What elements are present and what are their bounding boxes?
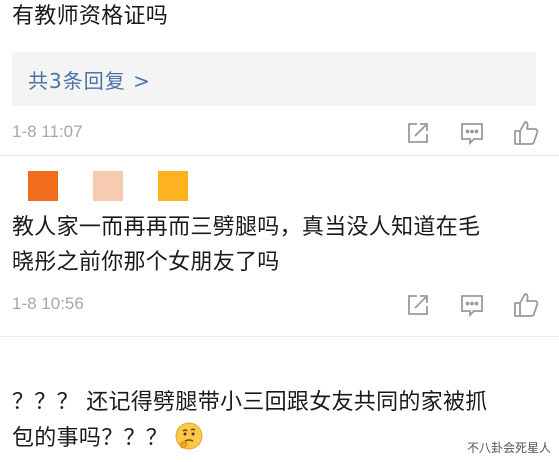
comment-text: 有教师资格证吗 (12, 4, 169, 29)
share-icon[interactable] (403, 118, 433, 148)
replies-box[interactable]: 共3条回复 > (12, 52, 536, 106)
comment-text-fragment: 包的事吗？？？ (12, 426, 169, 451)
share-icon[interactable] (403, 290, 433, 320)
watermark: 不八卦会死星人 (466, 441, 551, 455)
timestamp: 1-8 11:07 (12, 122, 83, 141)
view-replies-link[interactable]: 共3条回复 > (28, 65, 151, 94)
timestamp: 1-8 10:56 (12, 294, 84, 313)
comment-text-line: 教人家一而再再而三劈腿吗，真当没人知道在毛 (12, 215, 481, 240)
comment-text-line: ？？？ 还记得劈腿带小三回跟女友共同的家被抓 (12, 390, 488, 415)
comment-meta-row: 1-8 10:56 (0, 290, 559, 320)
divider (0, 336, 559, 337)
thinking-face-icon (174, 421, 204, 451)
like-icon[interactable] (511, 290, 541, 320)
comment-icon[interactable] (457, 118, 487, 148)
comment-text-line: 包的事吗？？？ (12, 421, 204, 455)
color-swatch-peach (93, 171, 123, 201)
comment-text-line: 晓彤之前你那个女朋友了吗 (12, 250, 280, 275)
divider (0, 155, 559, 156)
comment-meta-row: 1-8 11:07 (0, 118, 559, 148)
like-icon[interactable] (511, 118, 541, 148)
comment-icon[interactable] (457, 290, 487, 320)
color-swatch-orange (28, 171, 58, 201)
color-swatch-yellow (158, 171, 188, 201)
